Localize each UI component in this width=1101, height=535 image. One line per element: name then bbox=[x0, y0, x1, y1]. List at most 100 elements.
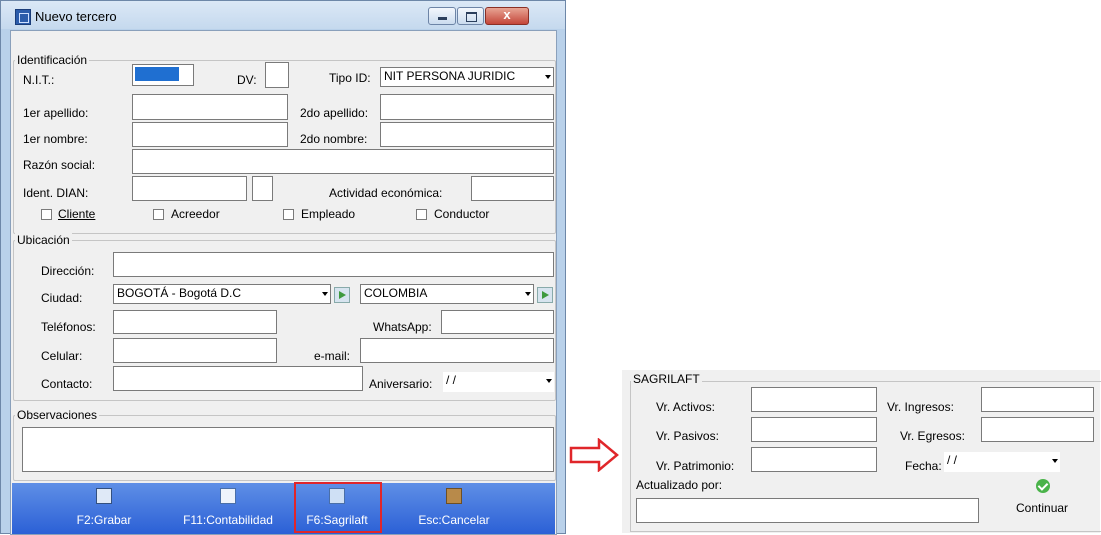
chevron-down-icon bbox=[545, 75, 551, 79]
ciudad-value: BOGOTÁ - Bogotá D.C bbox=[117, 286, 242, 300]
actualizado-label: Actualizado por: bbox=[636, 478, 723, 492]
telefonos-input[interactable] bbox=[113, 310, 277, 334]
exit-door-icon bbox=[446, 488, 462, 504]
dv-input[interactable] bbox=[265, 62, 289, 88]
apellido1-input[interactable] bbox=[132, 94, 288, 120]
conductor-checkbox[interactable] bbox=[416, 209, 427, 220]
ledger-icon bbox=[220, 488, 236, 504]
app-icon bbox=[15, 9, 31, 25]
celular-label: Celular: bbox=[41, 349, 83, 363]
fecha-date[interactable]: / / bbox=[944, 452, 1060, 472]
cancelar-label: Esc:Cancelar bbox=[418, 513, 490, 527]
empleado-label: Empleado bbox=[301, 207, 356, 221]
tipo-id-value: NIT PERSONA JURIDIC bbox=[384, 69, 516, 83]
apellido1-label: 1er apellido: bbox=[23, 106, 89, 120]
nombre1-input[interactable] bbox=[132, 122, 288, 147]
sagrilaft-panel: SAGRILAFT Vr. Activos: Vr. Ingresos: Vr.… bbox=[622, 370, 1101, 533]
whatsapp-label: WhatsApp: bbox=[373, 320, 432, 334]
patrimonio-label: Vr. Patrimonio: bbox=[656, 459, 735, 473]
main-window: Nuevo tercero x Identificación N.I.T.: D… bbox=[0, 0, 566, 535]
grabar-button[interactable]: F2:Grabar bbox=[68, 483, 140, 534]
pointer-arrow-icon bbox=[569, 438, 619, 472]
title-bar[interactable]: Nuevo tercero x bbox=[1, 1, 565, 29]
celular-input[interactable] bbox=[113, 338, 277, 363]
close-button[interactable]: x bbox=[485, 7, 529, 25]
patrimonio-input[interactable] bbox=[751, 447, 877, 472]
contabilidad-button[interactable]: F11:Contabilidad bbox=[172, 483, 284, 534]
nit-label: N.I.T.: bbox=[23, 73, 55, 87]
nombre2-label: 2do nombre: bbox=[300, 132, 368, 146]
tipo-id-label: Tipo ID: bbox=[329, 71, 371, 85]
activos-label: Vr. Activos: bbox=[656, 400, 715, 414]
egresos-input[interactable] bbox=[981, 417, 1094, 442]
nombre2-input[interactable] bbox=[380, 122, 554, 147]
window-title: Nuevo tercero bbox=[35, 9, 117, 24]
contacto-input[interactable] bbox=[113, 366, 363, 391]
actividad-label: Actividad económica: bbox=[329, 186, 443, 200]
whatsapp-input[interactable] bbox=[441, 310, 554, 334]
continuar-label: Continuar bbox=[1016, 501, 1069, 515]
ciudad-label: Ciudad: bbox=[41, 291, 83, 305]
identificacion-legend: Identificación bbox=[15, 53, 90, 67]
close-icon: x bbox=[503, 7, 511, 22]
nit-input[interactable] bbox=[132, 64, 194, 86]
cliente-checkbox[interactable] bbox=[41, 209, 52, 220]
dv-label: DV: bbox=[237, 73, 257, 87]
pasivos-input[interactable] bbox=[751, 417, 877, 442]
sagrilaft-highlight-box bbox=[294, 482, 382, 533]
email-field[interactable] bbox=[360, 338, 554, 363]
minimize-button[interactable] bbox=[428, 7, 456, 25]
maximize-button[interactable] bbox=[457, 7, 484, 25]
bottom-toolbar: F2:Grabar F11:Contabilidad F6:Sagrilaft … bbox=[12, 483, 555, 534]
ident-dian-label: Ident. DIAN: bbox=[23, 186, 89, 200]
contacto-label: Contacto: bbox=[41, 377, 93, 391]
ingresos-label: Vr. Ingresos: bbox=[887, 400, 954, 414]
direccion-label: Dirección: bbox=[41, 264, 95, 278]
apellido2-input[interactable] bbox=[380, 94, 554, 120]
observaciones-legend: Observaciones bbox=[15, 408, 100, 422]
form-client-area: Identificación N.I.T.: DV: Tipo ID: NIT … bbox=[10, 30, 557, 535]
fecha-label: Fecha: bbox=[905, 459, 942, 473]
cancelar-button[interactable]: Esc:Cancelar bbox=[409, 483, 499, 534]
razon-social-input[interactable] bbox=[132, 149, 554, 174]
ciudad-select[interactable]: BOGOTÁ - Bogotá D.C bbox=[113, 284, 331, 304]
direccion-input[interactable] bbox=[113, 252, 554, 277]
chevron-down-icon bbox=[322, 292, 328, 296]
actualizado-input[interactable] bbox=[636, 498, 979, 523]
fecha-value: / / bbox=[947, 453, 958, 467]
ubicacion-legend: Ubicación bbox=[15, 233, 72, 247]
sagrilaft-legend: SAGRILAFT bbox=[631, 372, 702, 386]
nit-selection bbox=[135, 67, 179, 81]
aniversario-date[interactable]: / / bbox=[443, 372, 554, 392]
aniversario-value: / / bbox=[446, 373, 457, 387]
pais-go-icon[interactable] bbox=[537, 287, 553, 303]
apellido2-label: 2do apellido: bbox=[300, 106, 369, 120]
chevron-down-icon bbox=[525, 292, 531, 296]
observaciones-textarea[interactable] bbox=[22, 427, 554, 472]
empleado-checkbox[interactable] bbox=[283, 209, 294, 220]
pasivos-label: Vr. Pasivos: bbox=[656, 429, 719, 443]
acreedor-checkbox[interactable] bbox=[153, 209, 164, 220]
save-icon bbox=[96, 488, 112, 504]
nombre1-label: 1er nombre: bbox=[23, 132, 88, 146]
ciudad-go-icon[interactable] bbox=[334, 287, 350, 303]
acreedor-label: Acreedor bbox=[171, 207, 220, 221]
tipo-id-select[interactable]: NIT PERSONA JURIDIC bbox=[380, 67, 554, 87]
grabar-label: F2:Grabar bbox=[76, 513, 132, 527]
contabilidad-label: F11:Contabilidad bbox=[183, 513, 273, 527]
ident-dian-input[interactable] bbox=[132, 176, 247, 201]
check-circle-icon bbox=[1036, 479, 1050, 493]
ingresos-input[interactable] bbox=[981, 387, 1094, 412]
chevron-down-icon bbox=[546, 379, 552, 383]
pais-value: COLOMBIA bbox=[364, 286, 428, 300]
activos-input[interactable] bbox=[751, 387, 877, 412]
pais-select[interactable]: COLOMBIA bbox=[360, 284, 534, 304]
cliente-label: Cliente bbox=[58, 207, 96, 221]
egresos-label: Vr. Egresos: bbox=[900, 429, 965, 443]
razon-social-label: Razón social: bbox=[23, 158, 96, 172]
actividad-input[interactable] bbox=[471, 176, 554, 201]
email-label: e-mail: bbox=[314, 349, 351, 363]
ident-dian-dv-input[interactable] bbox=[252, 176, 273, 201]
continuar-button[interactable]: Continuar bbox=[1008, 479, 1078, 523]
telefonos-label: Teléfonos: bbox=[41, 320, 96, 334]
